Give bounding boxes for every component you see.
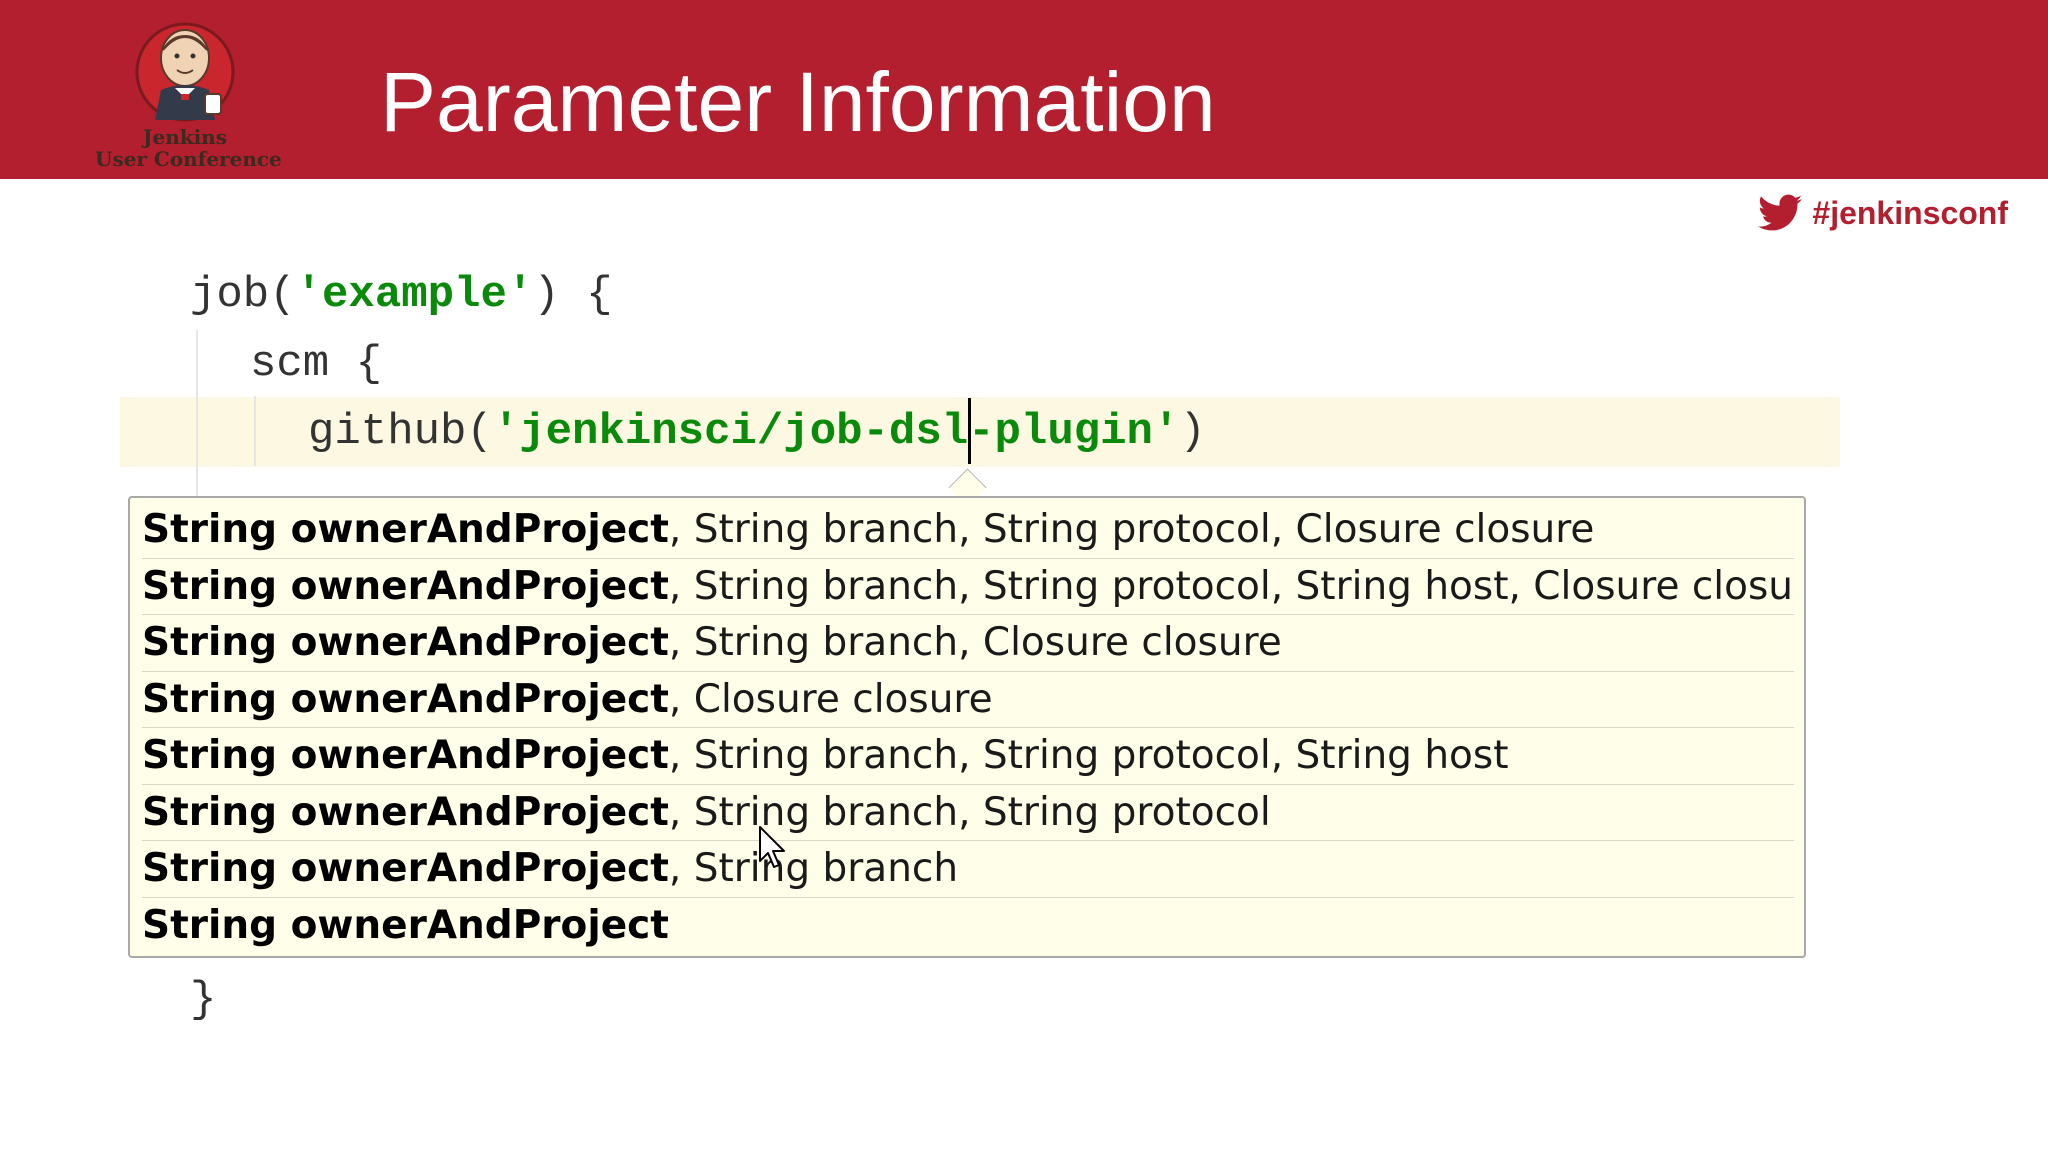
- text-caret: [968, 398, 971, 464]
- code-line-scm[interactable]: scm {: [250, 334, 382, 394]
- signature-primary-param: String ownerAndProject: [142, 846, 669, 891]
- signature-primary-param: String ownerAndProject: [142, 733, 669, 778]
- signature-primary-param: String ownerAndProject: [142, 563, 669, 609]
- indent-guide: [254, 396, 256, 466]
- signature-other-params: , Closure closure: [668, 676, 993, 722]
- signature-primary-param: String ownerAndProject: [142, 902, 669, 948]
- signature-row: String ownerAndProject, String branch, S…: [142, 502, 1794, 559]
- signature-row: String ownerAndProject, String branch, S…: [142, 559, 1794, 615]
- code-string: 'jenkinsci/job-dsl-plugin': [492, 407, 1180, 457]
- signature-primary-param: String ownerAndProject: [142, 507, 669, 552]
- code-line-github[interactable]: github('jenkinsci/job-dsl-plugin'): [308, 402, 1206, 462]
- code-token: github(: [308, 407, 493, 457]
- signature-other-params: , String branch: [668, 846, 959, 891]
- signature-row: String ownerAndProject, String branch: [142, 841, 1794, 898]
- code-line-job[interactable]: job('example') {: [190, 265, 612, 325]
- signature-other-params: , String branch, String protocol, Closur…: [668, 507, 1595, 552]
- signature-other-params: , String branch, String protocol, String…: [668, 733, 1509, 778]
- code-line-closing-brace[interactable]: }: [190, 970, 216, 1030]
- signature-row: String ownerAndProject, Closure closure: [142, 672, 1794, 728]
- signature-other-params: , String branch, Closure closure: [668, 620, 1282, 665]
- mouse-cursor-icon: [759, 826, 785, 868]
- signature-row: String ownerAndProject: [142, 898, 1794, 954]
- signature-row: String ownerAndProject, String branch, S…: [142, 785, 1794, 841]
- signature-primary-param: String ownerAndProject: [142, 620, 669, 665]
- code-token: }: [190, 975, 217, 1025]
- signature-primary-param: String ownerAndProject: [142, 789, 669, 835]
- signature-primary-param: String ownerAndProject: [142, 676, 669, 722]
- code-string: 'example': [295, 270, 534, 320]
- code-token: scm {: [250, 339, 383, 389]
- indent-guide: [196, 330, 198, 505]
- signature-other-params: , String branch, String protocol, String…: [668, 563, 1794, 609]
- slide: Jenkins User Conference Parameter Inform…: [0, 0, 2048, 1152]
- signature-row: String ownerAndProject, String branch, S…: [142, 728, 1794, 785]
- parameter-info-popup: String ownerAndProject, String branch, S…: [128, 496, 1806, 958]
- code-token: ): [1179, 407, 1206, 457]
- code-token: ) {: [533, 270, 613, 320]
- code-token: job(: [190, 270, 296, 320]
- signature-row: String ownerAndProject, String branch, C…: [142, 615, 1794, 672]
